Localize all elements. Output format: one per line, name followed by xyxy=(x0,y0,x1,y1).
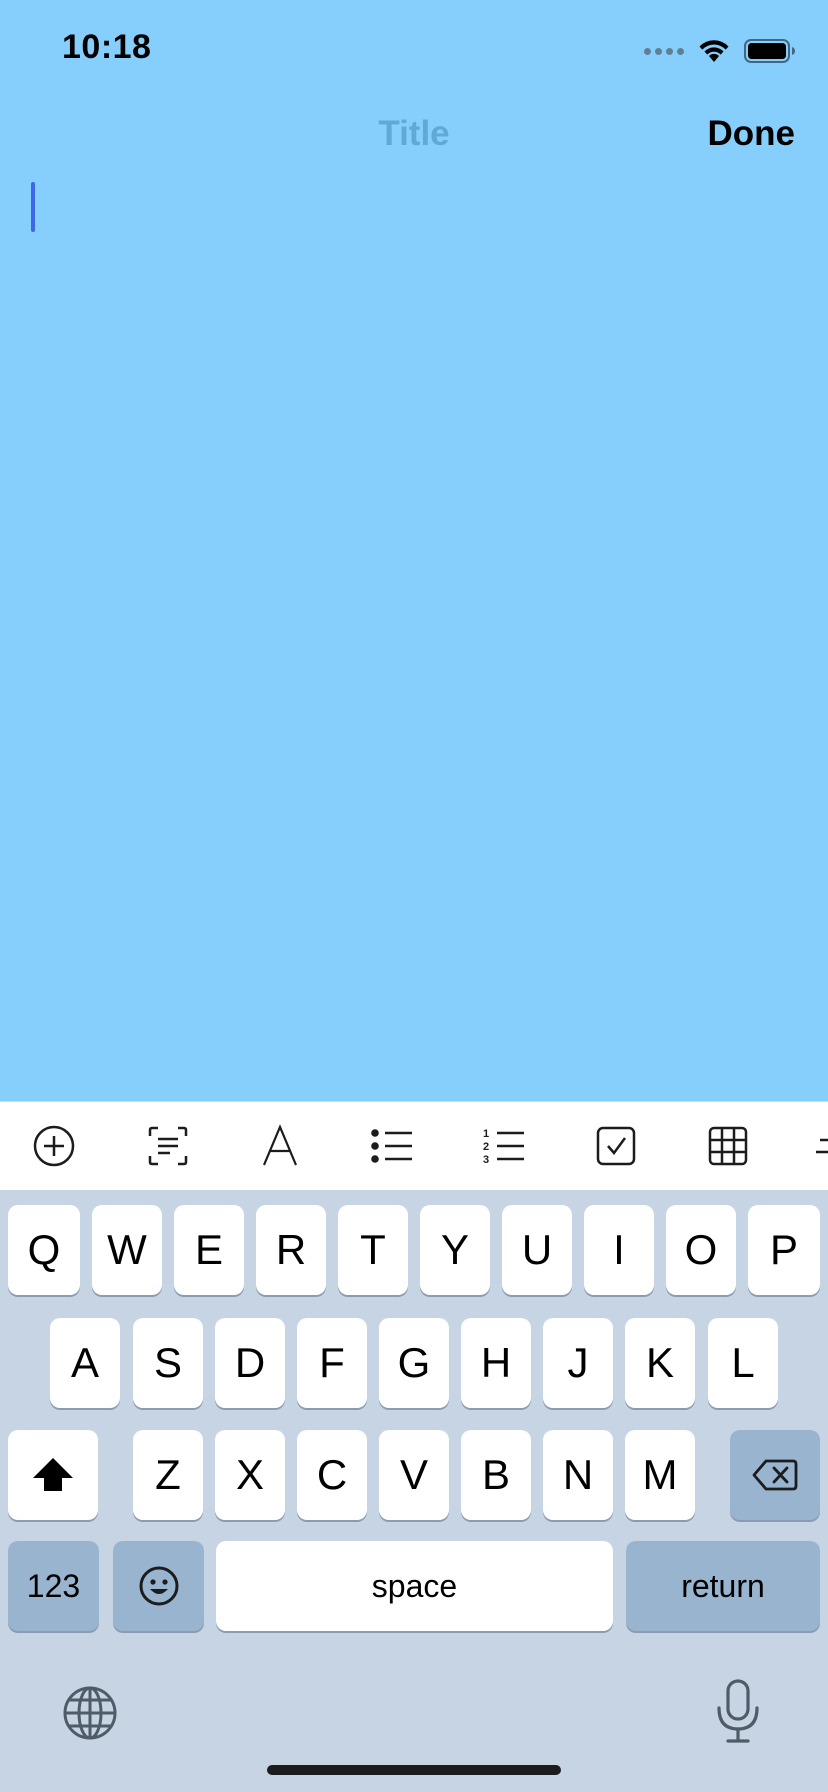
key-q[interactable]: Q xyxy=(8,1205,80,1295)
bulleted-list-icon[interactable] xyxy=(366,1120,418,1172)
scan-text-icon[interactable] xyxy=(142,1120,194,1172)
delete-key[interactable] xyxy=(730,1430,820,1520)
text-format-icon[interactable] xyxy=(254,1120,306,1172)
key-a[interactable]: A xyxy=(50,1318,120,1408)
text-cursor xyxy=(31,182,35,232)
key-k[interactable]: K xyxy=(625,1318,695,1408)
status-icons xyxy=(644,34,796,68)
return-key[interactable]: return xyxy=(626,1541,820,1631)
key-d[interactable]: D xyxy=(215,1318,285,1408)
emoji-icon xyxy=(139,1566,178,1606)
key-r[interactable]: R xyxy=(256,1205,326,1295)
key-y[interactable]: Y xyxy=(420,1205,490,1295)
key-p[interactable]: P xyxy=(748,1205,820,1295)
emoji-key[interactable] xyxy=(113,1541,204,1631)
space-key[interactable]: space xyxy=(216,1541,613,1631)
more-icon[interactable] xyxy=(812,1120,828,1172)
shift-icon xyxy=(33,1458,73,1491)
key-b[interactable]: B xyxy=(461,1430,531,1520)
key-m[interactable]: M xyxy=(625,1430,695,1520)
key-f[interactable]: F xyxy=(297,1318,367,1408)
key-u[interactable]: U xyxy=(502,1205,572,1295)
key-n[interactable]: N xyxy=(543,1430,613,1520)
battery-icon xyxy=(744,39,795,63)
done-button[interactable]: Done xyxy=(708,114,796,154)
key-i[interactable]: I xyxy=(584,1205,654,1295)
wifi-icon xyxy=(699,40,729,62)
key-e[interactable]: E xyxy=(174,1205,244,1295)
svg-text:3: 3 xyxy=(483,1154,489,1166)
note-body-editor[interactable] xyxy=(0,170,828,1100)
add-attachment-icon[interactable] xyxy=(28,1120,80,1172)
checklist-icon[interactable] xyxy=(590,1120,642,1172)
status-time: 10:18 xyxy=(62,28,152,66)
key-j[interactable]: J xyxy=(543,1318,613,1408)
microphone-icon[interactable] xyxy=(714,1678,762,1744)
key-l[interactable]: L xyxy=(708,1318,778,1408)
key-t[interactable]: T xyxy=(338,1205,408,1295)
key-x[interactable]: X xyxy=(215,1430,285,1520)
table-icon[interactable] xyxy=(702,1120,754,1172)
shift-key[interactable] xyxy=(8,1430,98,1520)
globe-icon[interactable] xyxy=(62,1685,118,1741)
key-o[interactable]: O xyxy=(666,1205,736,1295)
numbers-key[interactable]: 123 xyxy=(8,1541,99,1631)
signal-dots-icon xyxy=(644,47,684,55)
key-c[interactable]: C xyxy=(297,1430,367,1520)
key-w[interactable]: W xyxy=(92,1205,162,1295)
format-toolbar: 1 2 3 xyxy=(0,1101,828,1190)
key-v[interactable]: V xyxy=(379,1430,449,1520)
svg-text:2: 2 xyxy=(483,1141,489,1153)
key-g[interactable]: G xyxy=(379,1318,449,1408)
svg-text:1: 1 xyxy=(483,1128,489,1140)
home-indicator xyxy=(267,1765,561,1775)
key-s[interactable]: S xyxy=(133,1318,203,1408)
key-z[interactable]: Z xyxy=(133,1430,203,1520)
delete-icon xyxy=(752,1459,798,1491)
numbered-list-icon[interactable]: 1 2 3 xyxy=(478,1120,530,1172)
nav-bar: Title Done xyxy=(0,100,828,170)
status-bar: 10:18 xyxy=(0,0,828,100)
key-h[interactable]: H xyxy=(461,1318,531,1408)
note-title-placeholder[interactable]: Title xyxy=(0,114,828,154)
